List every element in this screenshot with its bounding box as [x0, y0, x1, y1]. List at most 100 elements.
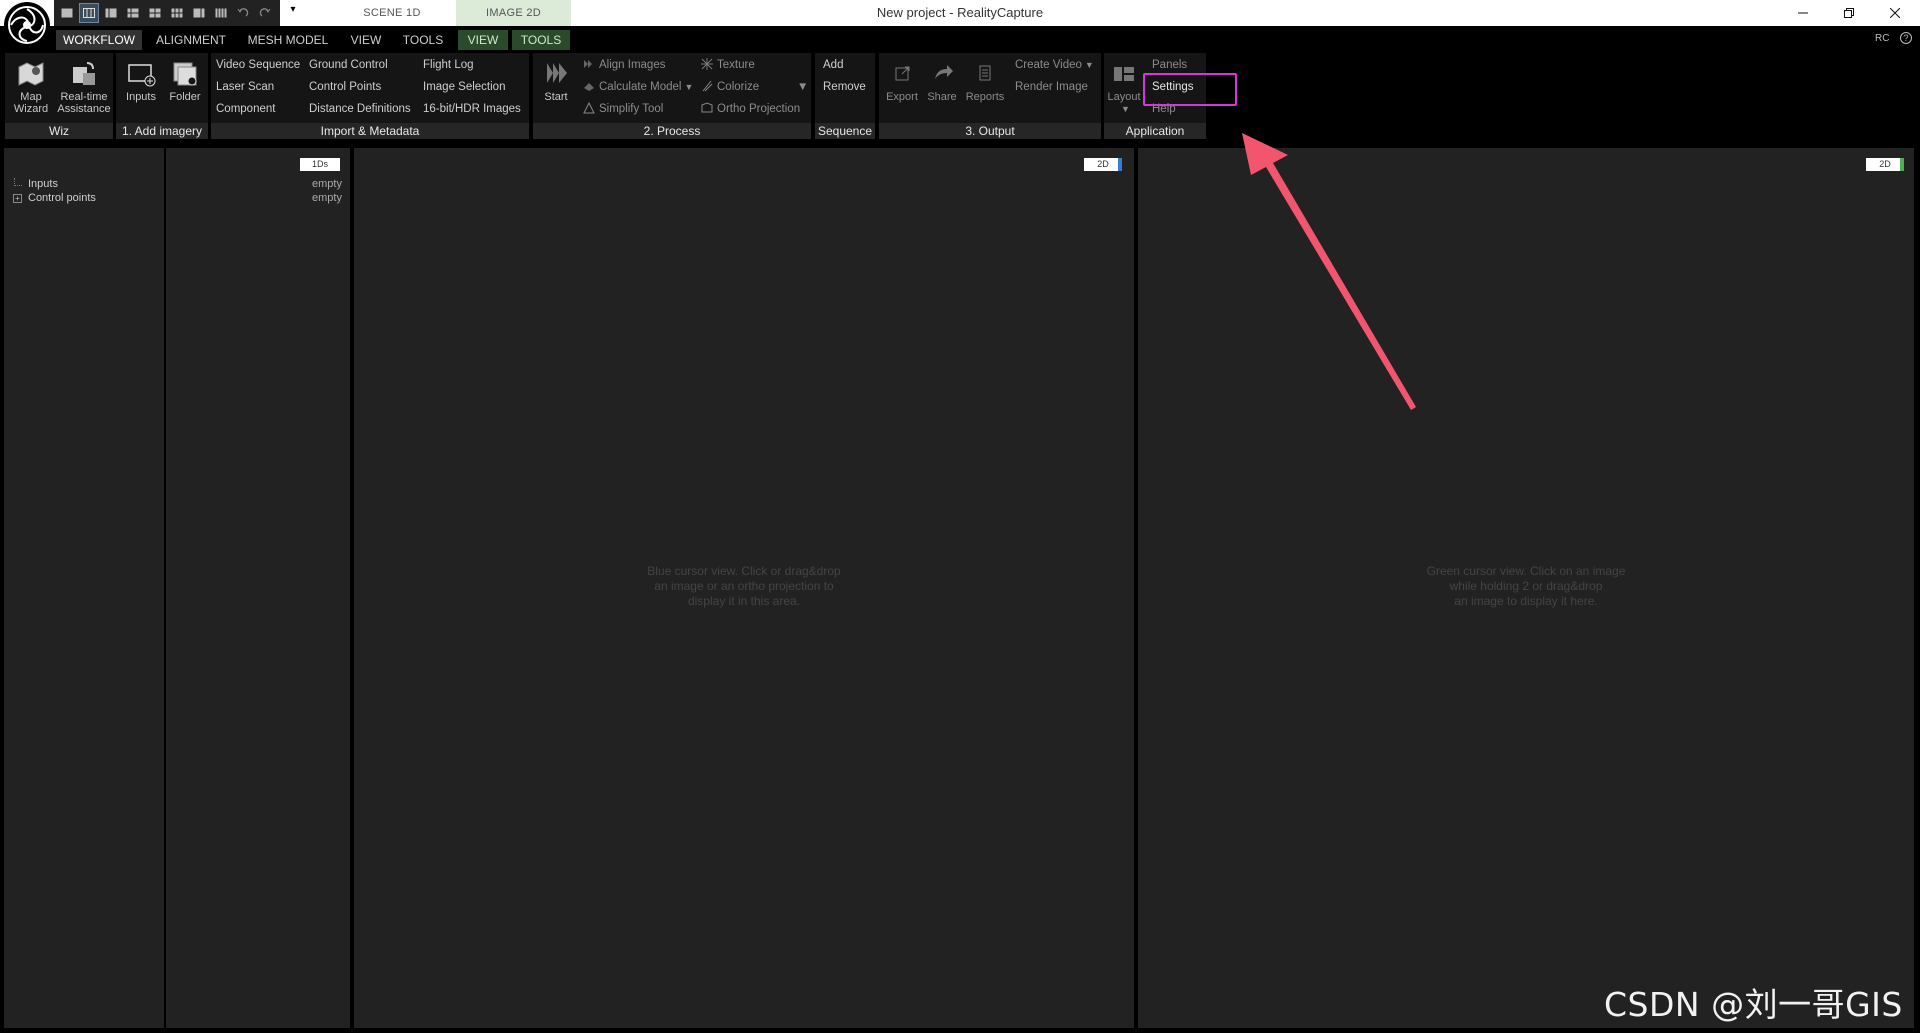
layout-quick-access-bar — [54, 0, 280, 26]
tab-image-view[interactable]: VIEW — [458, 30, 508, 50]
folder-label: Folder — [169, 91, 201, 103]
undo-icon[interactable] — [234, 4, 252, 22]
rc-badge[interactable]: RC — [1875, 33, 1889, 44]
blue-view-placeholder: Blue cursor view. Click or drag&drop an … — [594, 564, 894, 609]
restore-button[interactable] — [1826, 0, 1872, 26]
realtime-assistance-button[interactable]: Real-time Assistance — [55, 59, 113, 115]
ortho-projection-icon — [701, 102, 713, 114]
green-accent-marker — [1900, 158, 1904, 171]
layout-caret-icon[interactable]: ▼ — [1109, 103, 1142, 115]
tab-tools[interactable]: TOOLS — [398, 30, 448, 50]
app-logo[interactable] — [4, 2, 50, 48]
ground-control-button[interactable]: Ground Control — [309, 57, 388, 73]
create-video-caret-icon[interactable]: ▼ — [1085, 60, 1094, 70]
tab-scene-1d[interactable]: SCENE 1D — [328, 0, 456, 26]
reports-label: Reports — [965, 91, 1005, 103]
group-title-sequence: Sequence — [815, 123, 875, 139]
tab-image-2d[interactable]: IMAGE 2D — [456, 0, 571, 26]
group-title-application: Application — [1104, 123, 1206, 139]
simplify-tool-button[interactable]: Simplify Tool — [583, 101, 663, 117]
colorize-button[interactable]: Colorize — [701, 79, 759, 95]
share-button[interactable]: Share — [923, 59, 961, 103]
info-value-inputs: empty — [312, 178, 342, 190]
align-images-label: Align Images — [599, 59, 666, 71]
distance-definitions-button[interactable]: Distance Definitions — [309, 101, 411, 117]
render-image-button[interactable]: Render Image — [1015, 79, 1088, 95]
hdr-images-button[interactable]: 16-bit/HDR Images — [423, 101, 521, 117]
inputs-label: Inputs — [126, 91, 156, 103]
blue-placeholder-line-2: an image or an ortho projection to — [654, 579, 834, 593]
align-images-icon — [583, 58, 595, 70]
panel-badge-2d-blue[interactable]: 2D — [1084, 158, 1122, 171]
layout-grid-icon[interactable] — [146, 4, 164, 22]
group-title-add-imagery: 1. Add imagery — [116, 123, 208, 139]
reports-button[interactable]: Reports — [963, 59, 1007, 103]
layout-button[interactable]: Layout ▼ — [1106, 59, 1142, 115]
sequence-add-button[interactable]: Add — [823, 57, 843, 73]
layout-split-icon[interactable] — [79, 3, 99, 23]
tab-workflow[interactable]: WORKFLOW — [56, 30, 142, 50]
layout-many-icon[interactable] — [212, 4, 230, 22]
map-wizard-icon — [16, 59, 46, 87]
tab-alignment[interactable]: ALIGNMENT — [154, 30, 228, 50]
project-info-panel: 1Ds empty empty — [166, 148, 350, 1028]
ortho-projection-button[interactable]: Ortho Projection — [701, 101, 800, 117]
layout-rows-icon[interactable] — [124, 4, 142, 22]
start-label: Start — [544, 91, 568, 103]
close-button[interactable] — [1872, 0, 1918, 26]
ribbon-group-process: Start Align Images Calculate Model ▼ Simp… — [533, 53, 811, 139]
project-tree-panel: Inputs + Control points — [4, 148, 164, 1028]
layout-wide-icon[interactable] — [190, 4, 208, 22]
expand-plus-icon[interactable]: + — [13, 194, 22, 203]
colorize-label: Colorize — [717, 81, 760, 93]
redo-icon[interactable] — [256, 4, 274, 22]
blue-cursor-view-panel[interactable]: 2D Blue cursor view. Click or drag&drop … — [354, 148, 1134, 1028]
quick-access-dropdown-icon[interactable]: ▾ — [286, 4, 300, 20]
tab-image-tools[interactable]: TOOLS — [512, 30, 570, 50]
blue-accent-marker — [1118, 158, 1122, 171]
flight-log-button[interactable]: Flight Log — [423, 57, 474, 73]
panels-button[interactable]: Panels — [1152, 57, 1187, 73]
laser-scan-button[interactable]: Laser Scan — [216, 79, 274, 95]
layout-2by1-icon[interactable] — [102, 4, 120, 22]
image-selection-button[interactable]: Image Selection — [423, 79, 505, 95]
create-video-button[interactable]: Create Video ▼ — [1015, 57, 1094, 73]
ribbon-group-import-metadata: Video Sequence Laser Scan Component Grou… — [211, 53, 529, 139]
calculate-model-caret-icon[interactable]: ▼ — [684, 82, 693, 92]
component-button[interactable]: Component — [216, 101, 275, 117]
layout-quad-icon[interactable] — [168, 4, 186, 22]
ribbon-group-wiz: Map Wizard Real-time Assistance Wiz — [5, 53, 113, 139]
panel-badge-1ds[interactable]: 1Ds — [300, 158, 340, 171]
realitycapture-logo-icon — [8, 6, 46, 44]
export-label: Export — [886, 91, 918, 103]
blue-view-badge-label: 2D — [1097, 159, 1109, 169]
tree-item-control-points[interactable]: Control points — [28, 192, 96, 204]
minimize-button[interactable] — [1780, 0, 1826, 26]
video-sequence-button[interactable]: Video Sequence — [216, 57, 300, 73]
calculate-model-button[interactable]: Calculate Model ▼ — [583, 79, 693, 95]
tree-item-inputs[interactable]: Inputs — [28, 178, 58, 190]
layout-single-icon[interactable] — [58, 4, 76, 22]
green-view-badge-label: 2D — [1879, 159, 1891, 169]
tab-mesh-model[interactable]: MESH MODEL — [244, 30, 332, 50]
map-wizard-button[interactable]: Map Wizard — [7, 59, 55, 115]
ribbon-group-sequence: Add Remove Sequence — [815, 53, 875, 139]
start-button[interactable]: Start — [539, 59, 573, 103]
folder-button[interactable]: Folder — [164, 59, 206, 103]
inputs-button[interactable]: Inputs — [120, 59, 162, 103]
restore-icon — [1844, 8, 1854, 18]
align-images-button[interactable]: Align Images — [583, 57, 665, 73]
panel-badge-2d-green[interactable]: 2D — [1866, 158, 1904, 171]
sequence-remove-button[interactable]: Remove — [823, 79, 866, 95]
help-circle-icon[interactable]: ? — [1900, 32, 1912, 44]
minimize-icon — [1798, 12, 1808, 14]
close-icon — [1890, 8, 1900, 18]
blue-placeholder-line-1: Blue cursor view. Click or drag&drop — [647, 564, 841, 578]
export-button[interactable]: Export — [883, 59, 921, 103]
texture-label: Texture — [717, 59, 755, 71]
tab-view[interactable]: VIEW — [344, 30, 388, 50]
control-points-button[interactable]: Control Points — [309, 79, 381, 95]
texture-button[interactable]: Texture — [701, 57, 755, 73]
ribbon-tab-bar: WORKFLOW ALIGNMENT MESH MODEL VIEW TOOLS… — [0, 28, 1920, 50]
process-more-caret-icon[interactable]: ▼ — [797, 79, 808, 95]
